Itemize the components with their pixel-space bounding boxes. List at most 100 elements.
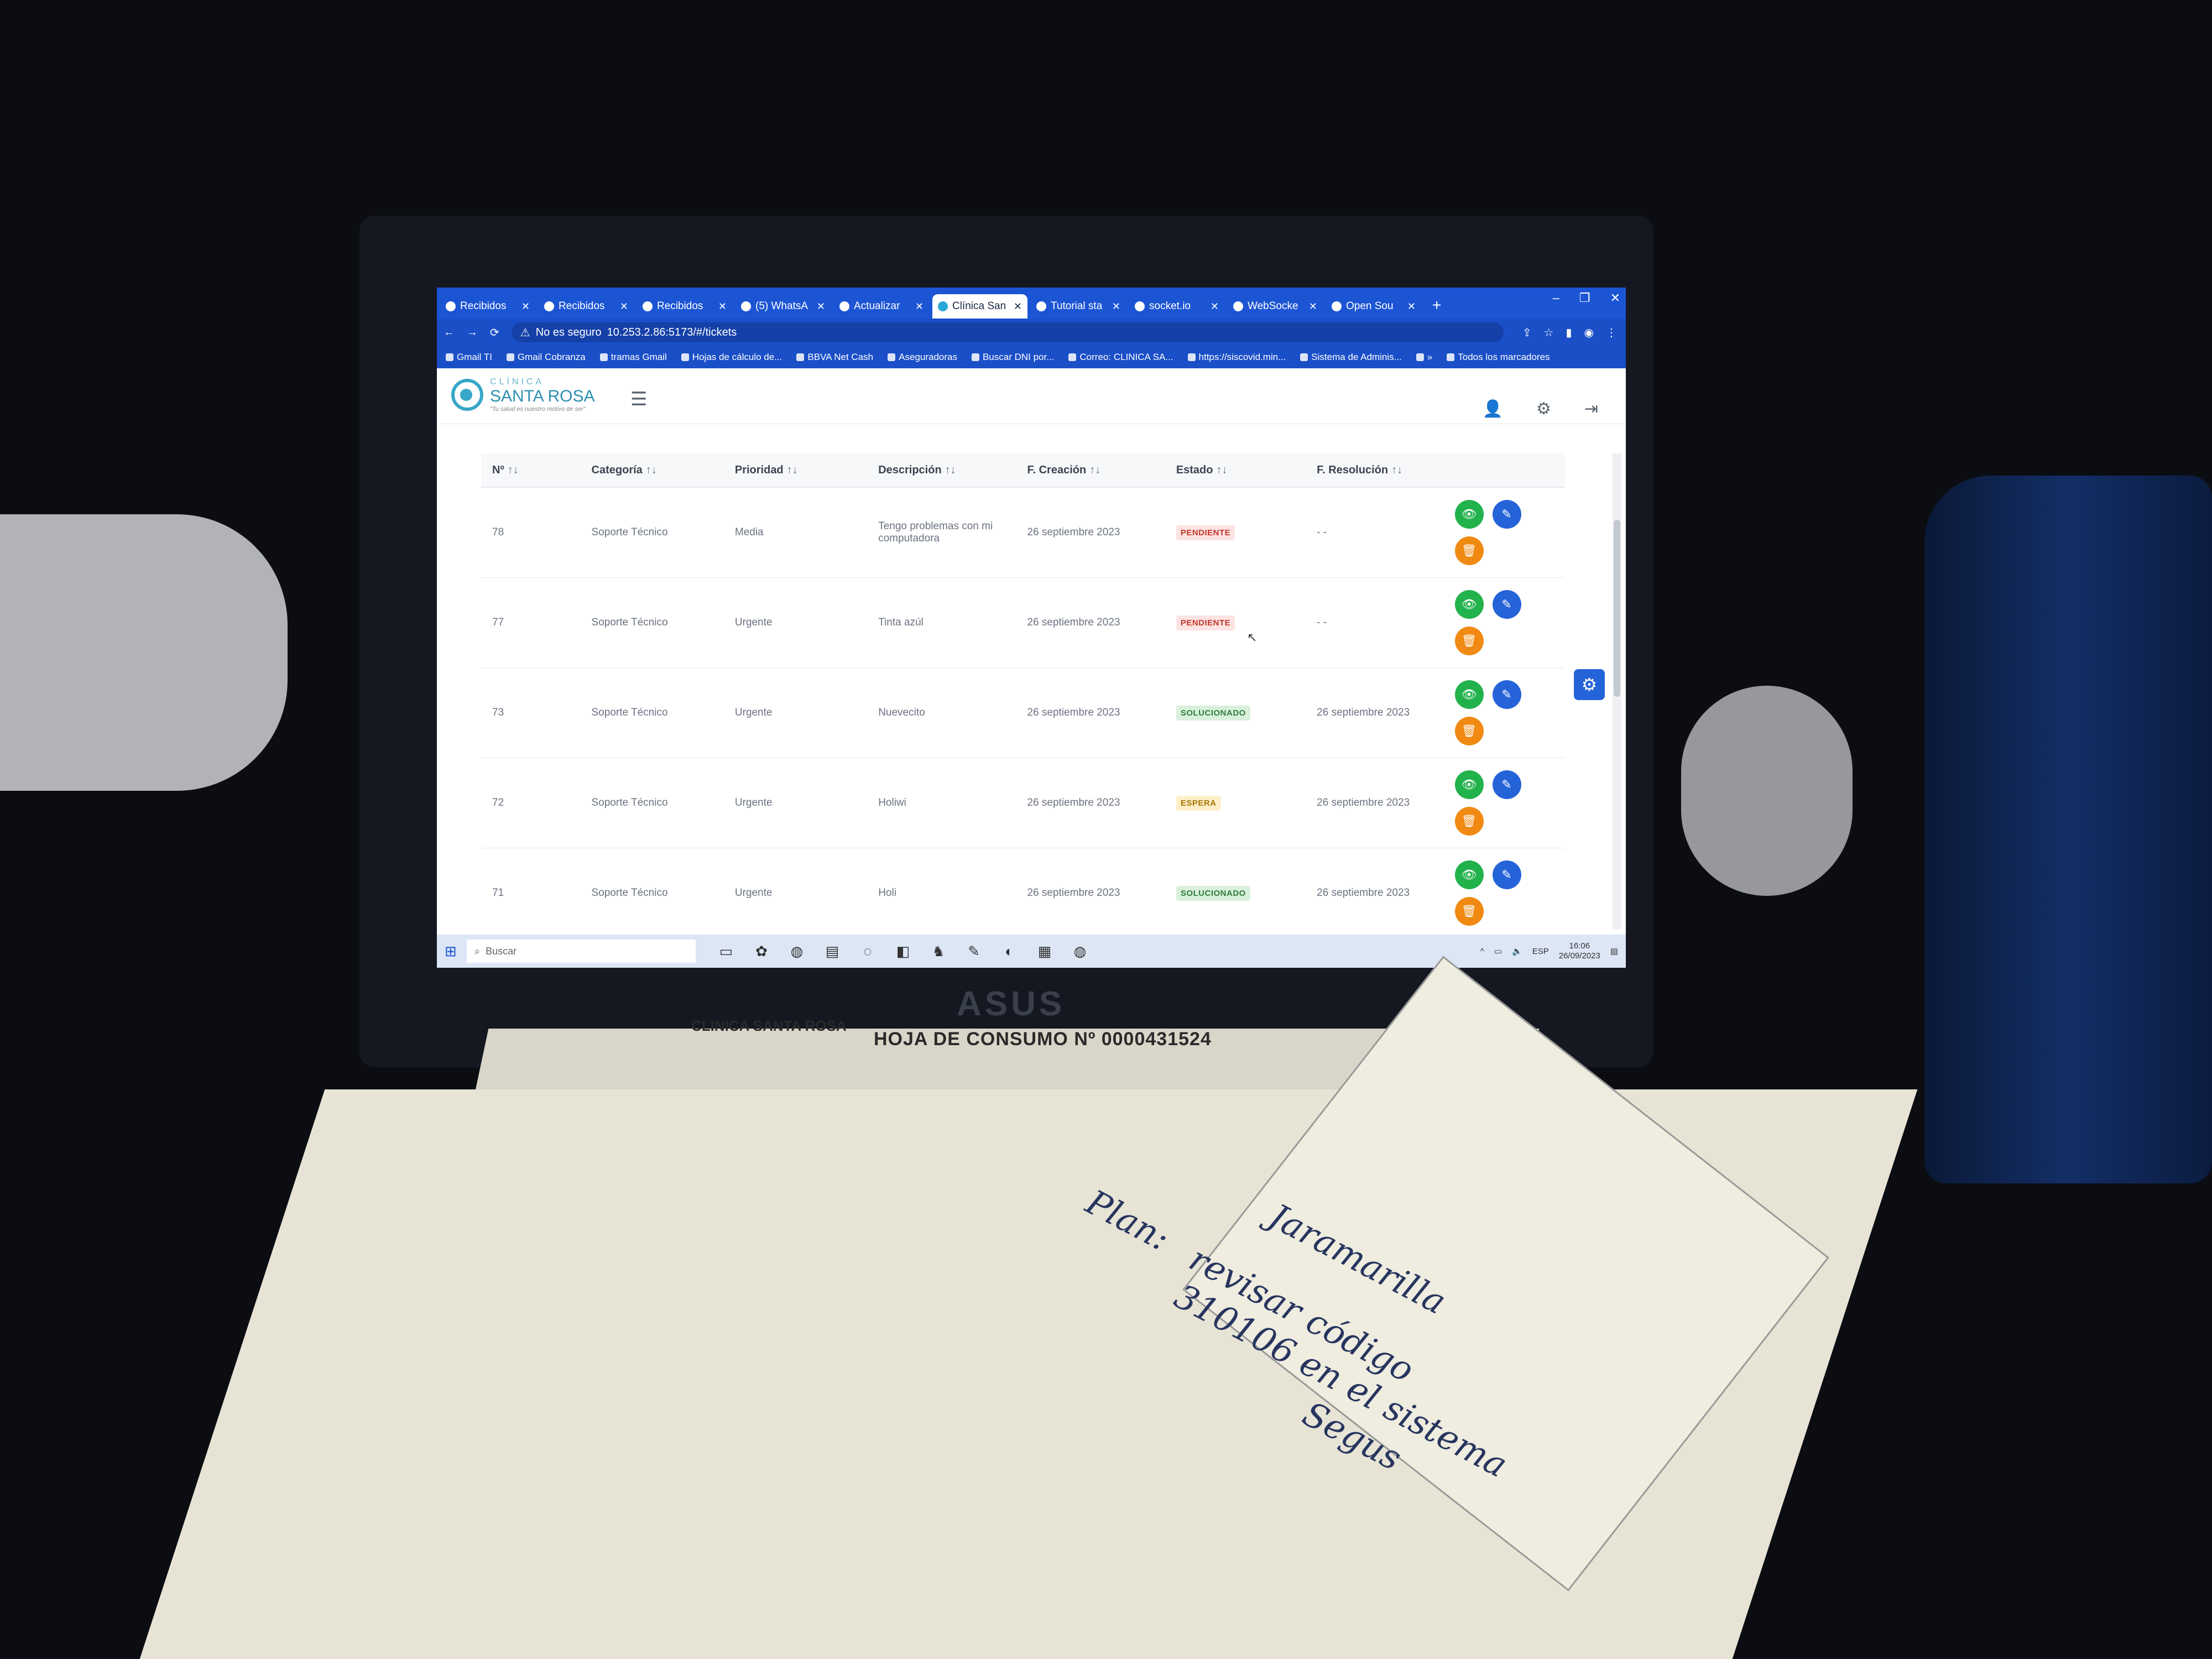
close-tab-icon[interactable]: ✕ [718, 301, 727, 312]
bookmark-item[interactable]: Todos los marcadores [1447, 352, 1550, 363]
col-header-categoria[interactable]: Categoría ↑↓ [592, 464, 735, 477]
sort-icon[interactable]: ↑↓ [508, 464, 519, 476]
chat-icon[interactable]: ✎ [966, 943, 982, 959]
back-icon[interactable]: ← [444, 326, 455, 339]
table-row[interactable]: 73 Soporte Técnico Urgente Nuevecito 26 sept… [481, 668, 1565, 758]
close-tab-icon[interactable]: ✕ [1112, 301, 1120, 312]
browser-icon[interactable]: ◌ [859, 943, 876, 959]
close-tab-icon[interactable]: ✕ [817, 301, 825, 312]
edit-pencil-icon[interactable]: ✎ [1492, 680, 1521, 709]
close-tab-icon[interactable]: ✕ [620, 301, 628, 312]
reload-icon[interactable]: ⟳ [490, 326, 499, 340]
volume-icon[interactable]: 🔈 [1512, 946, 1522, 956]
col-header-f-creacion[interactable]: F. Creación ↑↓ [1027, 464, 1176, 477]
windows-start-icon[interactable]: ⊞ [445, 943, 467, 960]
view-eye-icon[interactable]: 👁 [1454, 500, 1484, 529]
col-header-f-resolucion[interactable]: F. Resolución ↑↓ [1317, 464, 1454, 477]
browser-tab[interactable]: Tutorial sta ✕ [1031, 294, 1126, 319]
scrollbar[interactable] [1613, 453, 1621, 929]
delete-trash-icon[interactable]: 🗑 [1454, 897, 1484, 926]
network-icon[interactable]: ▭ [1494, 946, 1502, 956]
postgres-icon[interactable]: ♞ [930, 943, 947, 959]
vscode-icon[interactable]: ◧ [895, 943, 911, 959]
hamburger-menu-icon[interactable]: ☰ [630, 388, 647, 410]
chrome-alt-icon[interactable]: ◍ [1072, 943, 1088, 959]
remote-icon[interactable]: ▦ [1036, 943, 1053, 959]
browser-tab[interactable]: Recibidos ✕ [440, 294, 535, 319]
col-header-prioridad[interactable]: Prioridad ↑↓ [735, 464, 878, 477]
sort-icon[interactable]: ↑↓ [646, 464, 657, 476]
delete-trash-icon[interactable]: 🗑 [1454, 627, 1484, 655]
app-icon[interactable]: ✿ [753, 943, 770, 959]
minimize-button[interactable]: – [1553, 291, 1559, 305]
view-eye-icon[interactable]: 👁 [1454, 860, 1484, 889]
close-window-button[interactable]: ✕ [1610, 291, 1620, 305]
close-tab-icon[interactable]: ✕ [521, 301, 530, 312]
edit-pencil-icon[interactable]: ✎ [1492, 860, 1521, 889]
col-header-estado[interactable]: Estado ↑↓ [1176, 464, 1317, 477]
edit-pencil-icon[interactable]: ✎ [1492, 590, 1521, 619]
profile-icon[interactable]: ◉ [1584, 326, 1594, 340]
bookmark-item[interactable]: Correo: CLINICA SA... [1068, 352, 1173, 363]
bookmark-item[interactable]: BBVA Net Cash [796, 352, 873, 363]
sort-icon[interactable]: ↑↓ [1217, 464, 1228, 476]
settings-icon[interactable]: ⚙ [1536, 399, 1551, 419]
clock[interactable]: 16:06 26/09/2023 [1559, 941, 1600, 961]
close-tab-icon[interactable]: ✕ [915, 301, 924, 312]
browser-tab[interactable]: Recibidos ✕ [637, 294, 732, 319]
new-tab-button[interactable]: + [1425, 296, 1449, 319]
table-row[interactable]: 71 Soporte Técnico Urgente Holi 26 septiembr… [481, 848, 1565, 935]
table-row[interactable]: 77 Soporte Técnico Urgente Tinta azúl 26 sep… [481, 578, 1565, 668]
browser-tab[interactable]: WebSocke ✕ [1228, 294, 1323, 319]
bookmark-item[interactable]: https://siscovid.min... [1187, 352, 1286, 363]
bookmark-item[interactable]: Gmail Cobranza [506, 352, 586, 363]
bookmark-star-icon[interactable]: ☆ [1544, 326, 1554, 340]
task-view-icon[interactable]: ▭ [718, 943, 734, 959]
bookmark-item[interactable]: Hojas de cálculo de... [681, 352, 782, 363]
sort-icon[interactable]: ↑↓ [1089, 464, 1100, 476]
delete-trash-icon[interactable]: 🗑 [1454, 807, 1484, 836]
bookmark-item[interactable]: tramas Gmail [599, 352, 667, 363]
clinic-logo[interactable]: CLÍNICA SANTA ROSA "Tu salud es nuestro … [451, 377, 595, 413]
edge-icon[interactable]: ◐ [1001, 943, 1018, 959]
bookmark-item[interactable]: Gmail TI [446, 352, 492, 363]
logout-icon[interactable]: ⇥ [1584, 399, 1598, 419]
edit-pencil-icon[interactable]: ✎ [1492, 500, 1521, 529]
bookmark-item[interactable]: Buscar DNI por... [971, 352, 1054, 363]
table-row[interactable]: 78 Soporte Técnico Media Tengo problemas co… [481, 488, 1565, 578]
taskbar-search[interactable]: ⌕ Buscar [467, 940, 696, 963]
sort-icon[interactable]: ↑↓ [787, 464, 798, 476]
language-indicator[interactable]: ESP [1532, 947, 1549, 956]
close-tab-icon[interactable]: ✕ [1309, 301, 1317, 312]
sidepanel-icon[interactable]: ▮ [1566, 326, 1572, 340]
close-tab-icon[interactable]: ✕ [1211, 301, 1219, 312]
col-header-descripcion[interactable]: Descripción ↑↓ [878, 464, 1027, 477]
col-header-no[interactable]: Nº ↑↓ [481, 464, 592, 477]
url-field[interactable]: ⚠ No es seguro 10.253.2.86:5173/#/ticket… [511, 322, 1504, 342]
restore-button[interactable]: ❐ [1579, 291, 1590, 305]
notifications-icon[interactable]: ▤ [1610, 946, 1618, 956]
view-eye-icon[interactable]: 👁 [1454, 770, 1484, 799]
config-gear-icon[interactable]: ⚙ [1574, 669, 1605, 700]
file-explorer-icon[interactable]: ▤ [824, 943, 841, 959]
menu-icon[interactable]: ⋮ [1606, 326, 1617, 340]
share-icon[interactable]: ⇪ [1522, 326, 1532, 340]
edit-pencil-icon[interactable]: ✎ [1492, 770, 1521, 799]
bookmark-item[interactable]: Aseguradoras [888, 352, 957, 363]
delete-trash-icon[interactable]: 🗑 [1454, 717, 1484, 745]
table-row[interactable]: 72 Soporte Técnico Urgente Holiwi 26 septiem… [481, 758, 1565, 848]
bookmark-item[interactable]: » [1416, 352, 1432, 363]
chrome-icon[interactable]: ◍ [789, 943, 805, 959]
browser-tab[interactable]: socket.io ✕ [1129, 294, 1224, 319]
browser-tab[interactable]: Open Sou ✕ [1326, 294, 1421, 319]
view-eye-icon[interactable]: 👁 [1454, 590, 1484, 619]
forward-icon[interactable]: → [467, 326, 478, 339]
sort-icon[interactable]: ↑↓ [945, 464, 956, 476]
view-eye-icon[interactable]: 👁 [1454, 680, 1484, 709]
scroll-thumb[interactable] [1614, 520, 1620, 697]
bookmark-item[interactable]: Sistema de Adminis... [1300, 352, 1402, 363]
browser-tab[interactable]: Clínica San ✕ [932, 294, 1027, 319]
tray-chevron-icon[interactable]: ^ [1480, 947, 1484, 956]
sort-icon[interactable]: ↑↓ [1391, 464, 1402, 476]
browser-tab[interactable]: Actualizar ✕ [834, 294, 929, 319]
